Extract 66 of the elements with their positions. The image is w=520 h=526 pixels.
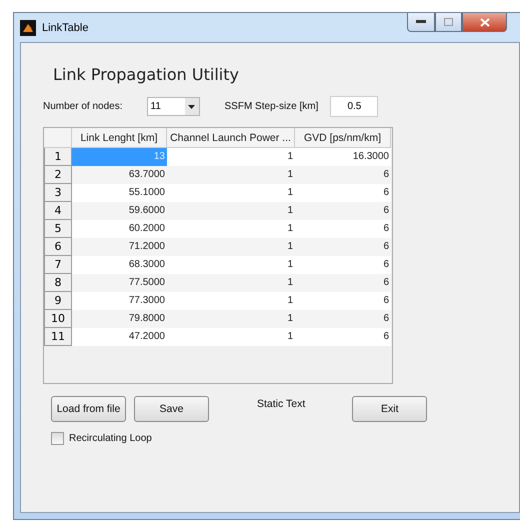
row-header[interactable]: 7	[44, 256, 72, 274]
table-cell[interactable]: 1	[167, 274, 295, 292]
table-cell[interactable]: 1	[167, 292, 295, 310]
table-cell[interactable]: 1	[167, 310, 295, 328]
table-cell[interactable]: 6	[295, 256, 391, 274]
caret-icon	[188, 104, 195, 108]
table-cell[interactable]: 6	[295, 328, 391, 346]
window-title: LinkTable	[42, 22, 88, 34]
minimize-icon	[416, 20, 426, 24]
table-cell[interactable]: 63.7000	[72, 166, 167, 184]
table-cell[interactable]: 6	[295, 184, 391, 202]
app-logo-icon	[20, 20, 36, 36]
table-cell[interactable]: 1	[167, 184, 295, 202]
table-cell[interactable]: 47.2000	[72, 328, 167, 346]
checkbox-label: Recirculating Loop	[69, 433, 152, 444]
table-cell[interactable]: 6	[295, 238, 391, 256]
table-cell[interactable]: 55.1000	[72, 184, 167, 202]
table-cell[interactable]: 59.6000	[72, 202, 167, 220]
column-header[interactable]: Channel Launch Power ...	[167, 128, 295, 148]
table-cell[interactable]: 1	[167, 220, 295, 238]
column-header[interactable]: Link Lenght [km]	[72, 128, 167, 148]
table-cell[interactable]: 6	[295, 220, 391, 238]
row-header[interactable]: 11	[44, 328, 72, 346]
minimize-button[interactable]	[407, 13, 435, 32]
close-icon	[480, 18, 490, 26]
maximize-button[interactable]	[435, 13, 462, 32]
table-cell[interactable]: 1	[167, 256, 295, 274]
table-cell[interactable]: 6	[295, 202, 391, 220]
table-cell[interactable]: 6	[295, 292, 391, 310]
save-button[interactable]: Save	[134, 396, 209, 422]
table-cell[interactable]: 16.3000	[295, 148, 391, 166]
table-cell[interactable]: 6	[295, 310, 391, 328]
checkbox[interactable]	[51, 432, 64, 445]
table-cell[interactable]: 1	[167, 148, 295, 166]
table-cell[interactable]: 60.2000	[72, 220, 167, 238]
row-header[interactable]: 6	[44, 238, 72, 256]
table-cell[interactable]: 77.5000	[72, 274, 167, 292]
table-cell[interactable]: 1	[167, 166, 295, 184]
close-button[interactable]	[462, 13, 507, 32]
table-cell[interactable]: 6	[295, 166, 391, 184]
row-header[interactable]: 5	[44, 220, 72, 238]
column-header[interactable]: GVD [ps/nm/km]	[295, 128, 391, 148]
table-cell[interactable]: 1	[167, 238, 295, 256]
table-cell[interactable]: 1	[167, 328, 295, 346]
step-size-label: SSFM Step-size [km]	[224, 101, 318, 112]
row-header[interactable]: 3	[44, 184, 72, 202]
table-cell[interactable]: 1	[167, 202, 295, 220]
row-header[interactable]: 1	[44, 148, 72, 166]
row-header[interactable]: 10	[44, 310, 72, 328]
table-cell[interactable]: 79.8000	[72, 310, 167, 328]
heading: Link Propagation Utility	[53, 65, 240, 84]
row-header[interactable]: 4	[44, 202, 72, 220]
maximize-icon	[444, 18, 453, 26]
row-header[interactable]: 9	[44, 292, 72, 310]
table-cell[interactable]: 71.2000	[72, 238, 167, 256]
nodes-label: Number of nodes:	[43, 101, 122, 112]
step-size-field[interactable]: 0.5	[330, 96, 378, 117]
load-button[interactable]: Load from file	[51, 396, 126, 422]
nodes-dropdown[interactable]: 11	[146, 97, 200, 116]
table-cell[interactable]: 68.3000	[72, 256, 167, 274]
exit-button[interactable]: Exit	[352, 396, 428, 422]
static-text: Static Text	[257, 398, 306, 410]
row-header[interactable]: 2	[44, 166, 72, 184]
row-header[interactable]: 8	[44, 274, 72, 292]
table-cell[interactable]: 77.3000	[72, 292, 167, 310]
table-cell[interactable]: 6	[295, 274, 391, 292]
